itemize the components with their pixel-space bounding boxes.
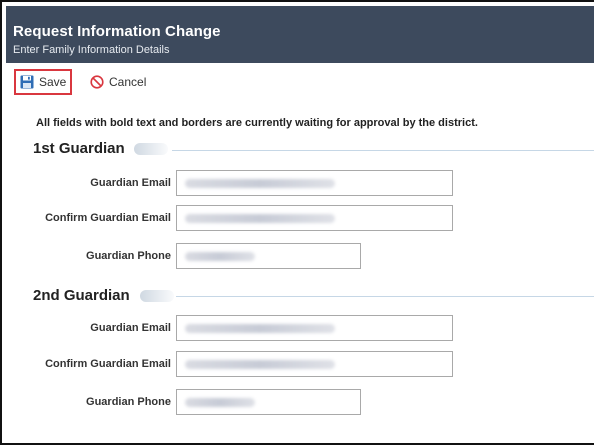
guardian-email-field[interactable] xyxy=(176,170,453,196)
cancel-button[interactable]: Cancel xyxy=(90,73,146,91)
page-header: Request Information Change Enter Family … xyxy=(6,6,594,63)
redacted-value xyxy=(185,360,335,369)
redacted-value xyxy=(185,214,335,223)
approval-notice: All fields with bold text and borders ar… xyxy=(36,117,478,129)
confirm-guardian-email-field[interactable] xyxy=(176,205,453,231)
guardian-phone-field[interactable] xyxy=(176,243,361,269)
confirm-guardian-email-field[interactable] xyxy=(176,351,453,377)
confirm-guardian-email-label: Confirm Guardian Email xyxy=(45,358,171,370)
section-title-redaction xyxy=(140,290,174,302)
redacted-value xyxy=(185,179,335,188)
prohibited-icon xyxy=(90,75,104,89)
page-title: Request Information Change xyxy=(13,23,221,40)
section-divider xyxy=(172,150,594,151)
guardian-email-field[interactable] xyxy=(176,315,453,341)
guardian-phone-label: Guardian Phone xyxy=(86,250,171,262)
page-subtitle: Enter Family Information Details xyxy=(13,44,170,56)
redacted-value xyxy=(185,324,335,333)
section-title-redaction xyxy=(134,143,168,155)
guardian-email-label: Guardian Email xyxy=(90,322,171,334)
section-divider xyxy=(176,296,594,297)
redacted-value xyxy=(185,398,255,407)
floppy-disk-icon xyxy=(20,75,34,89)
save-button-label: Save xyxy=(39,75,67,89)
guardian-phone-field[interactable] xyxy=(176,389,361,415)
guardian-phone-label: Guardian Phone xyxy=(86,396,171,408)
guardian-email-label: Guardian Email xyxy=(90,177,171,189)
section-title-1st-guardian: 1st Guardian xyxy=(33,140,125,157)
redacted-value xyxy=(185,252,255,261)
toolbar: Save Cancel xyxy=(6,63,594,103)
section-title-2nd-guardian: 2nd Guardian xyxy=(33,287,130,304)
save-button[interactable]: Save xyxy=(14,69,72,95)
cancel-button-label: Cancel xyxy=(109,75,147,89)
confirm-guardian-email-label: Confirm Guardian Email xyxy=(45,212,171,224)
